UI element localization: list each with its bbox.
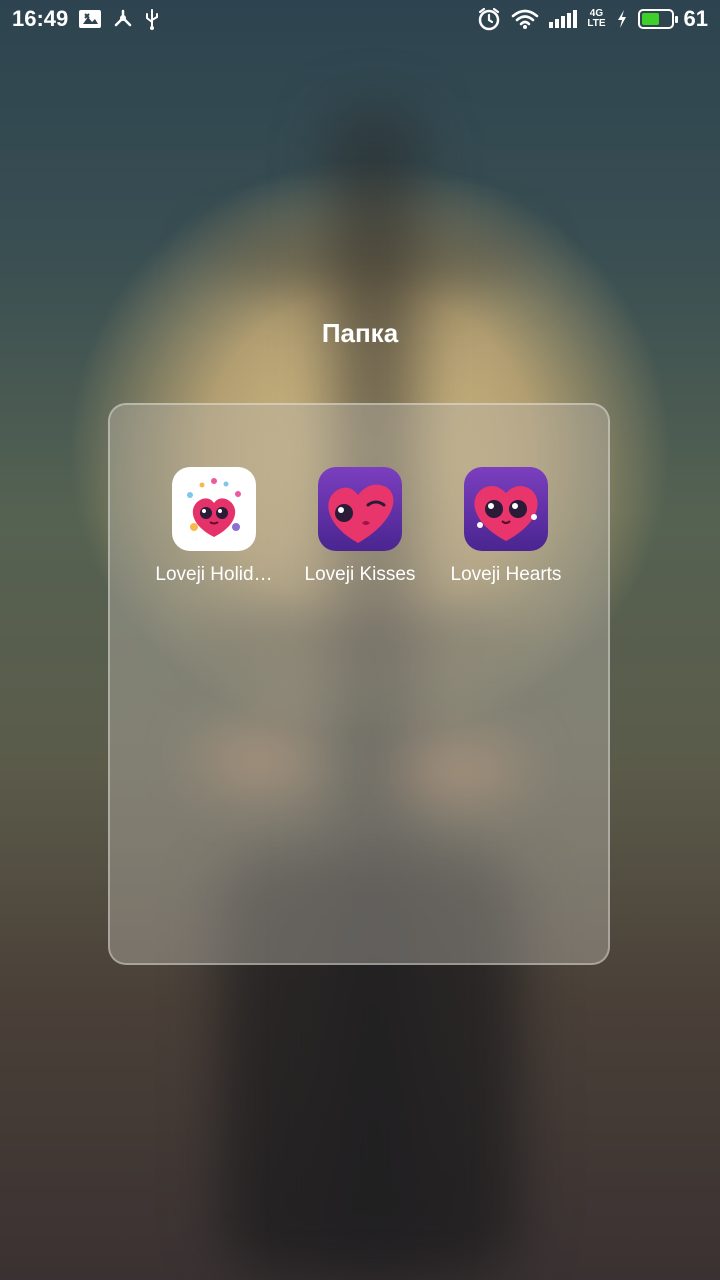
app-label: Loveji Holid… — [155, 564, 273, 585]
folder-panel: Loveji Holid… Loveji Kisses Loveji Heart… — [108, 403, 610, 965]
clock: 16:49 — [12, 6, 69, 31]
wifi-icon — [512, 9, 539, 29]
app-loveji-holidays[interactable]: Loveji Holid… — [141, 467, 287, 586]
battery-icon — [637, 9, 678, 29]
folder-title[interactable]: Папка — [0, 318, 720, 349]
battery-percent: 61 — [683, 6, 708, 31]
signal-icon — [549, 10, 578, 28]
charging-icon — [617, 10, 626, 28]
share-icon — [115, 9, 132, 27]
image-notification-icon — [79, 10, 102, 28]
battery-level — [641, 13, 659, 25]
app-label: Loveji Hearts — [450, 564, 562, 585]
loveji-kisses-icon[interactable] — [318, 467, 402, 551]
lte-icon: 4G LTE — [587, 8, 606, 29]
app-loveji-hearts[interactable]: Loveji Hearts — [433, 467, 579, 586]
wallpaper-crossbar — [210, 230, 530, 290]
app-loveji-kisses[interactable]: Loveji Kisses — [287, 467, 433, 586]
alarm-icon — [479, 7, 500, 31]
loveji-hearts-icon[interactable] — [464, 467, 548, 551]
usb-icon — [146, 9, 159, 30]
status-bar: 16:49 4G LTE 61 — [0, 0, 720, 38]
app-label: Loveji Kisses — [304, 564, 416, 585]
loveji-holidays-icon[interactable] — [172, 467, 256, 551]
